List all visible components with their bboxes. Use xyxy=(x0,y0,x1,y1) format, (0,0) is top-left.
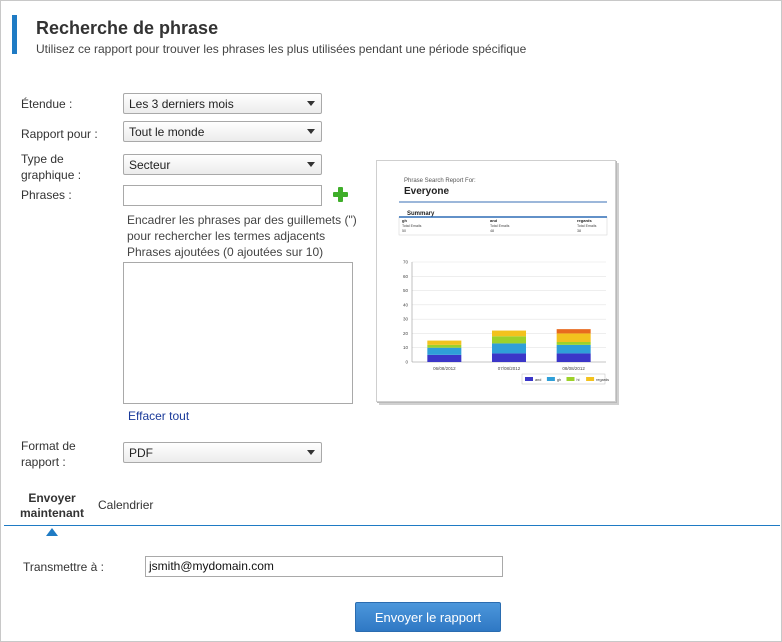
bar-segment xyxy=(492,343,526,354)
etendue-label: Étendue : xyxy=(21,97,73,111)
type-graphique-value: Secteur xyxy=(129,158,171,172)
phrases-input[interactable] xyxy=(123,185,322,206)
rapport-pour-value: Tout le monde xyxy=(129,125,205,139)
format-label: Format de rapport : xyxy=(21,438,76,470)
summary-term: regards xyxy=(577,218,592,223)
bar-segment xyxy=(427,344,462,348)
chevron-down-icon xyxy=(307,129,315,134)
bar-segment xyxy=(492,353,526,362)
format-label-line2: rapport : xyxy=(21,455,66,469)
title-accent-bar xyxy=(12,15,17,54)
summary-metric: Total Emails xyxy=(402,224,422,228)
bar-segment xyxy=(492,336,526,344)
tab-send-now-line1: Envoyer xyxy=(28,491,76,505)
preview-heading: Phrase Search Report For: xyxy=(404,178,476,184)
bar-segment xyxy=(556,333,591,342)
chevron-down-icon xyxy=(307,101,315,106)
summary-value: 38 xyxy=(577,229,581,233)
summary-metric: Total Emails xyxy=(577,224,597,228)
rapport-pour-select[interactable]: Tout le monde xyxy=(123,121,322,142)
etendue-select[interactable]: Les 3 derniers mois xyxy=(123,93,322,114)
send-to-label: Transmettre à : xyxy=(23,560,104,574)
summary-term: gh xyxy=(402,218,407,223)
summary-metric: Total Emails xyxy=(490,224,510,228)
x-tick-label: 08/08/2012 xyxy=(562,366,585,371)
legend-swatch xyxy=(586,377,595,381)
bar-segment xyxy=(492,330,526,337)
legend-label: regards xyxy=(596,378,609,382)
bar-segment xyxy=(556,344,591,354)
y-tick-label: 40 xyxy=(403,302,409,307)
bar-segment xyxy=(556,353,591,362)
tab-caret-icon xyxy=(46,528,58,536)
phrases-label: Phrases : xyxy=(21,188,72,202)
legend-swatch xyxy=(525,377,533,381)
type-graphique-label-line2: graphique : xyxy=(21,168,82,182)
report-preview: Phrase Search Report For: Everyone Summa… xyxy=(376,160,616,402)
x-tick-label: 07/08/2012 xyxy=(498,366,521,371)
format-label-line1: Format de xyxy=(21,439,76,453)
bar-segment xyxy=(427,354,462,362)
y-tick-label: 0 xyxy=(405,360,408,365)
etendue-value: Les 3 derniers mois xyxy=(129,97,234,111)
legend-swatch xyxy=(546,377,555,381)
tab-schedule[interactable]: Calendrier xyxy=(98,498,153,513)
y-tick-label: 30 xyxy=(403,317,409,322)
summary-term: and xyxy=(490,218,498,223)
page-subtitle: Utilisez ce rapport pour trouver les phr… xyxy=(36,42,527,56)
bar-segment xyxy=(556,342,591,345)
chevron-down-icon xyxy=(307,450,315,455)
bar-segment xyxy=(556,329,591,334)
bar-segment xyxy=(427,340,462,345)
tab-underline xyxy=(4,525,780,526)
preview-summary-title: Summary xyxy=(407,211,435,217)
chevron-down-icon xyxy=(307,162,315,167)
added-phrases-list[interactable] xyxy=(123,262,353,404)
y-tick-label: 20 xyxy=(403,331,409,336)
added-phrases-count: Phrases ajoutées (0 ajoutées sur 10) xyxy=(127,245,324,259)
bar-segment xyxy=(427,347,462,355)
page-title: Recherche de phrase xyxy=(36,18,219,38)
rapport-pour-label: Rapport pour : xyxy=(21,127,98,141)
legend-swatch xyxy=(566,377,575,381)
format-select[interactable]: PDF xyxy=(123,442,322,463)
report-preview-svg: Phrase Search Report For: Everyone Summa… xyxy=(398,178,609,385)
tab-send-now-line2: maintenant xyxy=(19,506,84,520)
add-phrase-icon[interactable] xyxy=(333,187,348,202)
format-value: PDF xyxy=(129,446,153,460)
legend-label: hi xyxy=(577,378,580,382)
type-graphique-select[interactable]: Secteur xyxy=(123,154,322,175)
preview-user: Everyone xyxy=(404,186,449,197)
summary-value: 50 xyxy=(402,229,406,233)
x-tick-label: 06/08/2012 xyxy=(433,366,456,371)
phrases-hint: Encadrer les phrases par des guillemets … xyxy=(127,212,357,260)
hint-line1: Encadrer les phrases par des guillemets … xyxy=(127,213,357,227)
legend-label: and xyxy=(535,378,541,382)
y-tick-label: 60 xyxy=(403,274,409,279)
y-tick-label: 10 xyxy=(403,345,409,350)
y-tick-label: 70 xyxy=(403,260,409,265)
legend-label: gh xyxy=(557,378,561,382)
summary-value: 48 xyxy=(490,229,494,233)
type-graphique-label: Type de graphique : xyxy=(21,151,81,183)
clear-all-link[interactable]: Effacer tout xyxy=(128,409,189,423)
type-graphique-label-line1: Type de xyxy=(21,152,64,166)
send-to-input[interactable]: jsmith@mydomain.com xyxy=(145,556,503,577)
tab-send-now[interactable]: Envoyer maintenant xyxy=(12,491,92,521)
y-tick-label: 50 xyxy=(403,288,409,293)
send-report-button[interactable]: Envoyer le rapport xyxy=(355,602,501,632)
hint-line2: pour rechercher les termes adjacents xyxy=(127,229,326,243)
